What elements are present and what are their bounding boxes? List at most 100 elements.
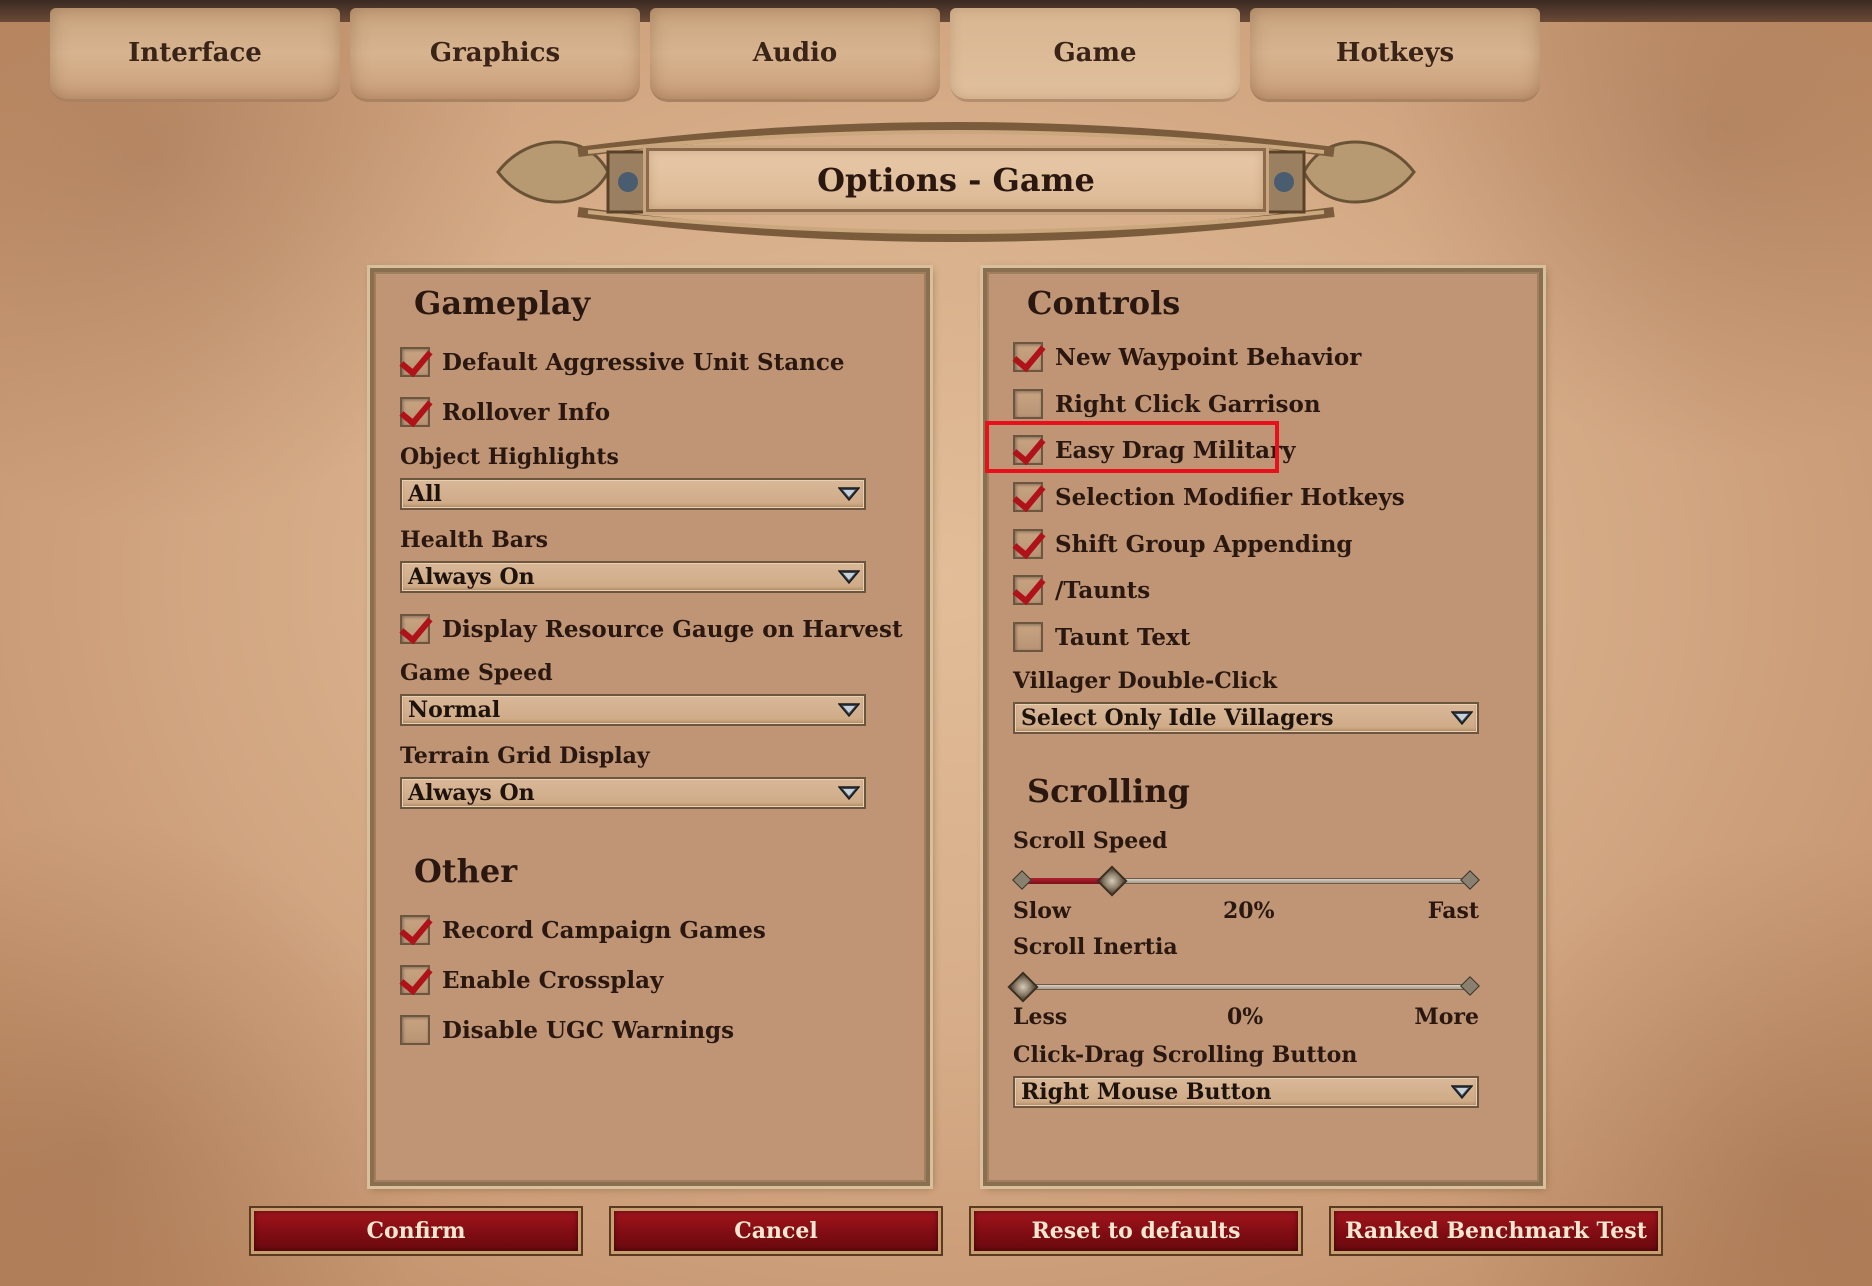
slider-max-cap [1460, 870, 1480, 890]
taunt-text-checkbox[interactable]: Taunt Text [1013, 622, 1190, 652]
tab-label: Graphics [429, 38, 561, 68]
tab-label: Hotkeys [1335, 38, 1455, 68]
villager-double-click-label: Villager Double-Click [1013, 668, 1278, 694]
chevron-down-icon [1451, 711, 1473, 726]
slider-max-label: More [1414, 1004, 1479, 1030]
checkbox-box[interactable] [400, 1015, 430, 1045]
slider-min-label: Less [1013, 1004, 1068, 1030]
slider-thumb[interactable] [1007, 971, 1039, 1003]
ranked-benchmark-test-button[interactable]: Ranked Benchmark Test [1331, 1208, 1661, 1254]
checkbox-box[interactable] [400, 915, 430, 945]
checkbox-box[interactable] [1013, 575, 1043, 605]
checkbox-box[interactable] [1013, 389, 1043, 419]
tab-game[interactable]: Game [950, 8, 1240, 102]
checkbox-box[interactable] [1013, 482, 1043, 512]
controls-panel: Controls New Waypoint Behavior Right Cli… [983, 268, 1543, 1186]
game-speed-dropdown[interactable]: Normal [400, 694, 866, 726]
object-highlights-label: Object Highlights [400, 444, 619, 470]
checkbox-box[interactable] [400, 397, 430, 427]
tab-bar: Interface Graphics Audio Game Hotkeys [50, 8, 1550, 108]
enable-crossplay-checkbox[interactable]: Enable Crossplay [400, 965, 663, 995]
slider-thumb[interactable] [1096, 865, 1128, 897]
scroll-speed-scale: Slow 20% Fast [1013, 898, 1479, 926]
slider-max-cap [1460, 976, 1480, 996]
tab-audio[interactable]: Audio [650, 8, 940, 102]
checkbox-box[interactable] [1013, 435, 1043, 465]
checkbox-box[interactable] [1013, 342, 1043, 372]
scroll-inertia-scale: Less 0% More [1013, 1004, 1479, 1032]
game-speed-label: Game Speed [400, 660, 553, 686]
dropdown-value: Normal [408, 697, 501, 723]
click-drag-scrolling-label: Click-Drag Scrolling Button [1013, 1042, 1358, 1068]
slider-value-label: 20% [1223, 898, 1275, 924]
right-click-garrison-checkbox[interactable]: Right Click Garrison [1013, 389, 1321, 419]
health-bars-dropdown[interactable]: Always On [400, 561, 866, 593]
taunts-checkbox[interactable]: /Taunts [1013, 575, 1150, 605]
dropdown-value: Always On [408, 780, 535, 806]
checkbox-label: Default Aggressive Unit Stance [442, 348, 845, 376]
easy-drag-military-checkbox[interactable]: Easy Drag Military [1013, 435, 1296, 465]
gameplay-heading: Gameplay [414, 284, 591, 322]
dropdown-value: Right Mouse Button [1021, 1079, 1272, 1105]
checkbox-label: Enable Crossplay [442, 966, 664, 994]
scroll-speed-slider[interactable] [1012, 865, 1480, 897]
other-heading: Other [414, 852, 518, 890]
checkbox-label: New Waypoint Behavior [1055, 343, 1362, 371]
chevron-down-icon [838, 703, 860, 718]
shift-group-appending-checkbox[interactable]: Shift Group Appending [1013, 529, 1353, 559]
rollover-info-checkbox[interactable]: Rollover Info [400, 397, 610, 427]
checkbox-label: Selection Modifier Hotkeys [1055, 483, 1405, 511]
health-bars-label: Health Bars [400, 527, 549, 553]
checkbox-box[interactable] [400, 347, 430, 377]
villager-double-click-dropdown[interactable]: Select Only Idle Villagers [1013, 702, 1479, 734]
checkbox-label: Easy Drag Military [1055, 436, 1296, 464]
chevron-down-icon [1451, 1085, 1473, 1100]
object-highlights-dropdown[interactable]: All [400, 478, 866, 510]
default-aggressive-stance-checkbox[interactable]: Default Aggressive Unit Stance [400, 347, 845, 377]
chevron-down-icon [838, 487, 860, 502]
slider-min-label: Slow [1013, 898, 1071, 924]
checkbox-box[interactable] [1013, 622, 1043, 652]
checkbox-label: Rollover Info [442, 398, 611, 426]
chevron-down-icon [838, 786, 860, 801]
checkbox-box[interactable] [1013, 529, 1043, 559]
controls-heading: Controls [1027, 284, 1181, 322]
chevron-down-icon [838, 570, 860, 585]
checkbox-label: Right Click Garrison [1055, 390, 1321, 418]
scrolling-heading: Scrolling [1027, 772, 1190, 810]
click-drag-scrolling-dropdown[interactable]: Right Mouse Button [1013, 1076, 1479, 1108]
record-campaign-checkbox[interactable]: Record Campaign Games [400, 915, 766, 945]
new-waypoint-checkbox[interactable]: New Waypoint Behavior [1013, 342, 1361, 372]
dropdown-value: All [408, 481, 442, 507]
tab-hotkeys[interactable]: Hotkeys [1250, 8, 1540, 102]
tab-label: Interface [128, 38, 262, 68]
checkbox-label: Disable UGC Warnings [442, 1016, 735, 1044]
slider-max-label: Fast [1427, 898, 1479, 924]
resource-gauge-checkbox[interactable]: Display Resource Gauge on Harvest [400, 614, 903, 644]
disable-ugc-warnings-checkbox[interactable]: Disable UGC Warnings [400, 1015, 734, 1045]
tab-label: Audio [752, 38, 838, 68]
dropdown-value: Select Only Idle Villagers [1021, 705, 1334, 731]
checkbox-label: Record Campaign Games [442, 916, 766, 944]
terrain-grid-dropdown[interactable]: Always On [400, 777, 866, 809]
cancel-button[interactable]: Cancel [611, 1208, 941, 1254]
checkbox-box[interactable] [400, 614, 430, 644]
slider-track [1023, 984, 1469, 990]
reset-to-defaults-button[interactable]: Reset to defaults [971, 1208, 1301, 1254]
scroll-inertia-label: Scroll Inertia [1013, 934, 1178, 960]
checkbox-box[interactable] [400, 965, 430, 995]
checkbox-label: /Taunts [1055, 576, 1151, 604]
title-banner: Options - Game [458, 112, 1454, 242]
confirm-button[interactable]: Confirm [251, 1208, 581, 1254]
checkbox-label: Shift Group Appending [1055, 530, 1353, 558]
tab-graphics[interactable]: Graphics [350, 8, 640, 102]
checkbox-label: Display Resource Gauge on Harvest [442, 615, 903, 643]
scroll-inertia-slider[interactable] [1007, 971, 1480, 1003]
tab-interface[interactable]: Interface [50, 8, 340, 102]
scroll-speed-label: Scroll Speed [1013, 828, 1168, 854]
slider-min-cap [1012, 870, 1032, 890]
tab-label: Game [1053, 38, 1137, 68]
selection-modifier-checkbox[interactable]: Selection Modifier Hotkeys [1013, 482, 1405, 512]
checkbox-label: Taunt Text [1055, 623, 1191, 651]
page-title: Options - Game [646, 148, 1266, 212]
